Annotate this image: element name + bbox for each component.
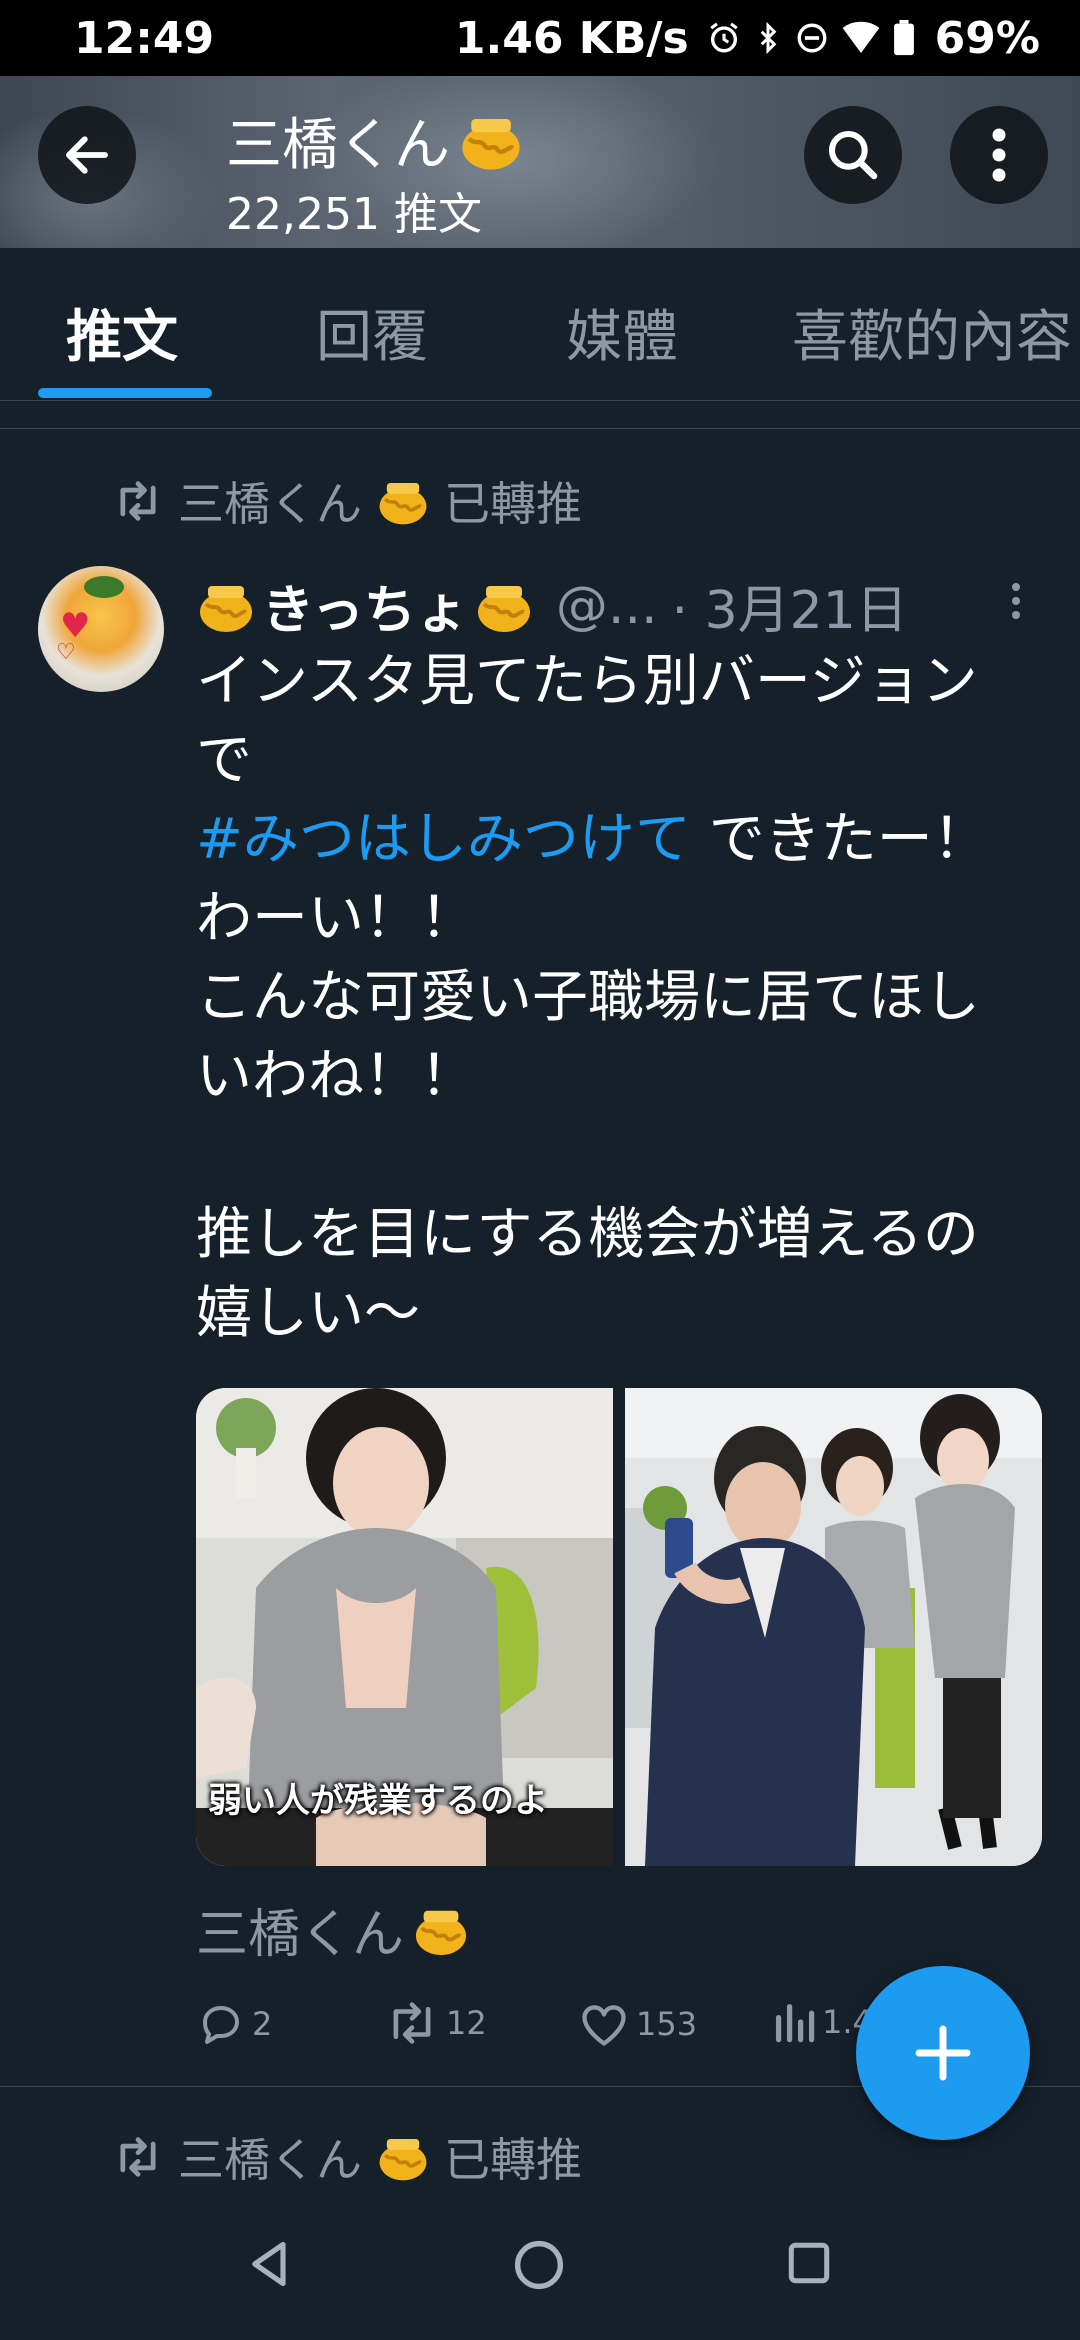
tab-likes[interactable]: 喜歡的內容	[792, 292, 1072, 373]
nav-home-button[interactable]	[512, 2238, 566, 2296]
retweet-icon	[393, 2002, 431, 2044]
like-button[interactable]: 153	[578, 2000, 697, 2048]
back-button[interactable]	[38, 106, 136, 204]
nav-back-button[interactable]	[244, 2238, 296, 2294]
hashtag-link[interactable]: #みつはしみつけて	[196, 807, 691, 872]
profile-tabs: 推文 回覆 媒體 喜歡的內容	[0, 248, 1080, 401]
honey-pot-emoji-icon	[379, 2139, 427, 2181]
alarm-icon	[709, 22, 738, 53]
heart-icon	[582, 2005, 626, 2046]
status-time: 12:49	[74, 12, 215, 64]
reply-button[interactable]: 2	[196, 2000, 272, 2048]
tab-tweets[interactable]: 推文	[66, 292, 178, 373]
image-caption: 弱い人が残業するのよ	[208, 1781, 548, 1821]
honey-pot-emoji-icon	[200, 585, 252, 632]
author-avatar[interactable]: ♥ ♡	[38, 566, 164, 692]
dnd-icon	[797, 23, 827, 53]
author-name[interactable]: きっちょ	[262, 568, 468, 643]
tweet-date[interactable]: · 3月21日	[672, 568, 908, 643]
honey-pot-emoji-icon	[379, 483, 427, 525]
avatar-decoration: ♡	[56, 640, 76, 665]
retweeter-name: 三橋くん	[178, 2133, 362, 2187]
active-tab-indicator	[38, 388, 212, 398]
arrow-left-icon	[66, 136, 108, 174]
retweet-icon	[120, 481, 156, 521]
media-attribution-name: 三橋くん	[196, 1905, 405, 1965]
tweet-count: 22,251 推文	[226, 189, 482, 240]
reply-count: 2	[252, 2005, 273, 2043]
profile-name-text: 三橋くん	[226, 113, 450, 178]
tab-replies[interactable]: 回覆	[316, 292, 428, 373]
honey-pot-emoji-icon	[462, 118, 520, 170]
avatar-decoration	[84, 576, 124, 598]
reply-icon	[203, 2006, 239, 2044]
tweet-text-part: インスタ見てたら別バージョン で	[196, 649, 978, 793]
system-nav-bar	[0, 2194, 1080, 2340]
tab-media[interactable]: 媒體	[566, 292, 678, 373]
tweet-media[interactable]: 弱い人が残業するのよ	[196, 1388, 1042, 1866]
compose-tweet-button[interactable]	[856, 1966, 1030, 2140]
retweet-notice[interactable]: 三橋くん 已轉推	[112, 2124, 582, 2190]
more-options-button[interactable]	[950, 106, 1048, 204]
like-count: 153	[636, 2005, 698, 2043]
triangle-back-icon	[252, 2241, 286, 2287]
network-speed: 1.46 KB/s	[454, 12, 689, 64]
tweet-image-1[interactable]: 弱い人が残業するのよ	[196, 1388, 613, 1866]
search-button[interactable]	[804, 106, 902, 204]
tweet-header: きっちょ @... · 3月21日	[196, 568, 908, 643]
author-handle[interactable]: @...	[556, 576, 658, 636]
profile-name: 三橋くん	[226, 100, 524, 181]
retweet-action-label: 已轉推	[444, 477, 582, 531]
more-vertical-icon	[1011, 582, 1021, 620]
retweet-icon	[120, 2137, 156, 2177]
tweet-image-2[interactable]	[625, 1388, 1042, 1866]
status-icons: 69%	[707, 13, 1040, 64]
plus-icon	[915, 2025, 971, 2081]
tweet-more-button[interactable]	[1008, 580, 1024, 626]
status-bar: 12:49 1.46 KB/s 69%	[0, 0, 1080, 76]
office-photo-2	[625, 1388, 1042, 1866]
bluetooth-icon	[760, 21, 777, 55]
battery-icon	[893, 20, 914, 56]
circle-home-icon	[514, 2240, 564, 2290]
retweet-button[interactable]: 12	[384, 2000, 487, 2046]
nav-recents-button[interactable]	[784, 2238, 834, 2292]
retweeter-name: 三橋くん	[178, 477, 362, 531]
bar-chart-icon	[775, 2003, 815, 2043]
honey-pot-emoji-icon	[415, 1910, 467, 1955]
wifi-icon	[842, 21, 880, 53]
tweet-text-part: できたー！ わーい！！ こんな可愛い子職場に居てほし いわね！！ 推しを目にする…	[196, 807, 989, 1346]
profile-header: 三橋くん 22,251 推文	[0, 76, 1080, 248]
retweet-notice[interactable]: 三橋くん 已轉推	[112, 468, 582, 534]
more-vertical-icon	[992, 128, 1006, 182]
retweet-action-label: 已轉推	[444, 2133, 582, 2187]
search-icon	[828, 130, 878, 180]
media-attribution[interactable]: 三橋くん	[196, 1892, 470, 1967]
tweet-text: インスタ見てたら別バージョン で #みつはしみつけて できたー！ わーい！！ こ…	[196, 642, 1046, 1353]
divider	[0, 428, 1080, 429]
square-recents-icon	[788, 2242, 830, 2284]
retweet-count: 12	[446, 2004, 487, 2042]
battery-level: 69%	[934, 12, 1040, 64]
honey-pot-emoji-icon	[477, 585, 530, 632]
